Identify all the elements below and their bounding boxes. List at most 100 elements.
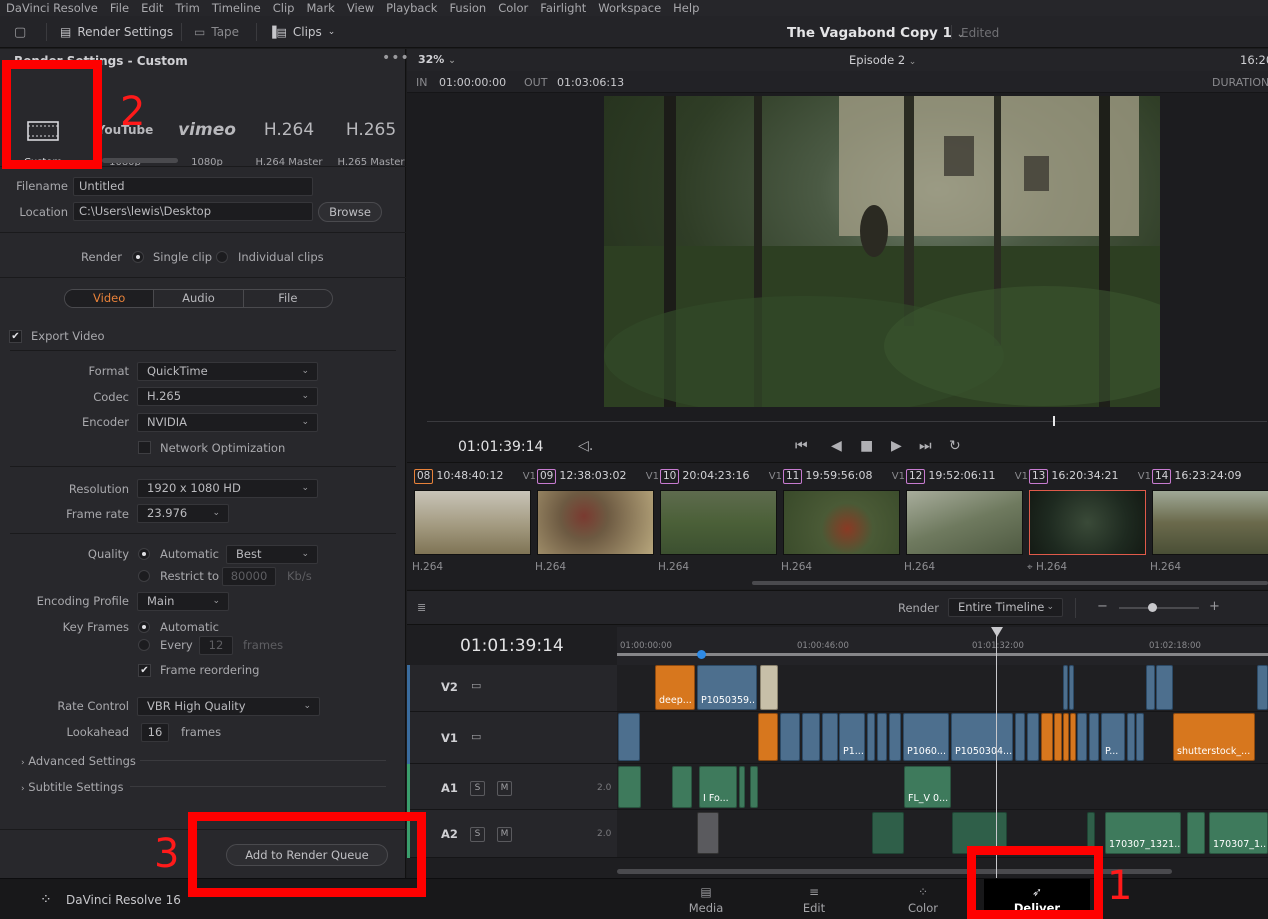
filename-field[interactable]: Untitled [73, 177, 313, 196]
timeline-clip[interactable] [802, 713, 820, 761]
video-track-icon[interactable]: ▭ [471, 730, 481, 743]
mute-button[interactable]: M [497, 781, 512, 796]
tab-file[interactable]: File [244, 290, 332, 307]
preset-h264[interactable]: H.264 H.264 Master [248, 73, 330, 169]
timeline-clip[interactable] [1089, 713, 1099, 761]
timeline-clip[interactable]: FL_V 0... [904, 766, 951, 808]
zoom-slider-handle[interactable] [1148, 603, 1157, 612]
resolution-dropdown[interactable]: 1920 x 1080 HD ⌄ [137, 479, 318, 498]
clip-thumbnail-selected[interactable]: 13 16:20:34:21 V1 ⌖ H.264 [1027, 469, 1151, 579]
timeline-clip[interactable] [1257, 665, 1268, 710]
frame-reordering-checkbox[interactable]: ✔ [138, 664, 151, 677]
loop-icon[interactable]: ↻ [949, 438, 961, 454]
menu-fusion[interactable]: Fusion [449, 1, 486, 15]
clip-thumbnail[interactable]: 14 16:23:24:09 H.264 [1150, 469, 1268, 579]
single-clip-radio[interactable] [132, 251, 144, 263]
menu-workspace[interactable]: Workspace [598, 1, 661, 15]
advanced-settings-toggle[interactable]: › Advanced Settings [21, 754, 136, 768]
timeline-clip[interactable] [1136, 713, 1144, 761]
quality-dropdown[interactable]: Best ⌄ [226, 545, 318, 564]
marker-icon[interactable] [697, 650, 706, 659]
page-color[interactable]: ⁘ Color [888, 879, 958, 919]
video-preview[interactable] [604, 96, 1160, 407]
zoom-dropdown[interactable]: 32% ⌄ [418, 53, 456, 66]
key-frames-every-field[interactable]: 12 [199, 636, 233, 655]
tab-audio[interactable]: Audio [154, 290, 244, 307]
location-field[interactable]: C:\Users\lewis\Desktop [73, 202, 313, 221]
viewer-scrubber[interactable] [427, 421, 1267, 422]
timeline-playhead[interactable] [996, 627, 997, 879]
timeline-clip[interactable]: P... [1101, 713, 1125, 761]
timeline-clip[interactable]: P1050304... [951, 713, 1013, 761]
clips-button[interactable]: ▐▤ Clips ⌄ [268, 16, 335, 48]
rate-control-dropdown[interactable]: VBR High Quality ⌄ [137, 697, 320, 716]
preset-vimeo[interactable]: vimeo 1080p [166, 73, 248, 169]
network-optimization-checkbox[interactable] [138, 441, 151, 454]
timeline-clip[interactable] [1041, 713, 1053, 761]
stop-icon[interactable]: ■ [860, 438, 873, 454]
zoom-slider[interactable] [1119, 607, 1199, 609]
timeline-clip[interactable]: 170307_1321... [1105, 812, 1181, 854]
timeline-clip[interactable] [1070, 713, 1076, 761]
export-video-checkbox[interactable]: ✔ [9, 330, 22, 343]
track-lane-a2[interactable]: 170307_1321... 170307_1... [617, 810, 1268, 858]
timeline-clip[interactable]: shutterstock_... [1173, 713, 1255, 761]
timeline-clip[interactable] [1069, 665, 1074, 710]
preset-h265[interactable]: H.265 H.265 Master [330, 73, 412, 169]
timeline-clip[interactable] [1054, 713, 1062, 761]
track-lane-a1[interactable]: I Fo... FL_V 0... [617, 764, 1268, 810]
format-dropdown[interactable]: QuickTime ⌄ [137, 362, 318, 381]
video-track-icon[interactable]: ▭ [471, 679, 481, 692]
solo-button[interactable]: S [470, 827, 485, 842]
preset-scrollbar[interactable] [102, 158, 178, 163]
timeline-clip[interactable] [739, 766, 745, 808]
restrict-to-field[interactable]: 80000 [222, 567, 276, 586]
encoder-dropdown[interactable]: NVIDIA ⌄ [137, 413, 318, 432]
panel-toggle-button[interactable]: ▢ [14, 16, 26, 48]
scrubber-playhead[interactable] [1053, 416, 1055, 426]
clip-thumbnail[interactable]: 08 10:48:40:12 V1 H.264 [412, 469, 536, 579]
timeline-clip[interactable] [872, 812, 904, 854]
render-range-dropdown[interactable]: Entire Timeline ⌄ [948, 598, 1063, 617]
timeline-selector[interactable]: Episode 2 ⌄ [849, 53, 916, 67]
timeline-clip[interactable]: I Fo... [699, 766, 737, 808]
timeline-clip[interactable] [1187, 812, 1205, 854]
skip-to-start-icon[interactable]: ⏮ [795, 438, 808, 454]
menu-help[interactable]: Help [673, 1, 699, 15]
menu-playback[interactable]: Playback [386, 1, 437, 15]
render-settings-button[interactable]: ▤ Render Settings [60, 16, 173, 48]
timeline-clip[interactable] [1027, 713, 1039, 761]
menu-fairlight[interactable]: Fairlight [540, 1, 586, 15]
menu-trim[interactable]: Trim [175, 1, 199, 15]
encoding-profile-dropdown[interactable]: Main ⌄ [137, 592, 229, 611]
browse-button[interactable]: Browse [318, 202, 382, 222]
key-frames-automatic-radio[interactable] [138, 621, 150, 633]
tab-video[interactable]: Video [65, 290, 155, 307]
timeline-clip[interactable] [1063, 713, 1069, 761]
timeline-ruler[interactable]: 01:00:00:00 01:00:46:00 01:01:32:00 01:0… [617, 627, 1268, 665]
out-timecode[interactable]: 01:03:06:13 [557, 76, 624, 89]
timeline-clip[interactable]: P1... [839, 713, 865, 761]
menu-davinci[interactable]: DaVinci Resolve [6, 1, 98, 15]
page-media[interactable]: ▤ Media [671, 879, 741, 919]
timeline-view-icon[interactable]: ≣ [417, 601, 426, 614]
timeline-clip[interactable] [1015, 713, 1025, 761]
clip-thumbnail[interactable]: 09 12:38:03:02 V1 H.264 [535, 469, 659, 579]
menu-color[interactable]: Color [498, 1, 528, 15]
timeline-clip[interactable] [1077, 713, 1087, 761]
play-icon[interactable]: ▶ [891, 438, 902, 454]
menu-view[interactable]: View [347, 1, 374, 15]
timeline-clip[interactable] [780, 713, 800, 761]
timeline-clip[interactable] [1063, 665, 1068, 710]
menu-file[interactable]: File [110, 1, 129, 15]
timeline-clip[interactable] [877, 713, 887, 761]
timeline-clip[interactable] [618, 766, 641, 808]
lookahead-field[interactable]: 16 [141, 723, 169, 742]
timeline-clip[interactable] [1146, 665, 1155, 710]
clip-thumbnail[interactable]: 12 19:52:06:11 V1 H.264 [904, 469, 1028, 579]
mute-button[interactable]: M [497, 827, 512, 842]
solo-button[interactable]: S [470, 781, 485, 796]
timeline-clip[interactable] [822, 713, 838, 761]
quality-automatic-radio[interactable] [138, 548, 150, 560]
codec-dropdown[interactable]: H.265 ⌄ [137, 387, 318, 406]
